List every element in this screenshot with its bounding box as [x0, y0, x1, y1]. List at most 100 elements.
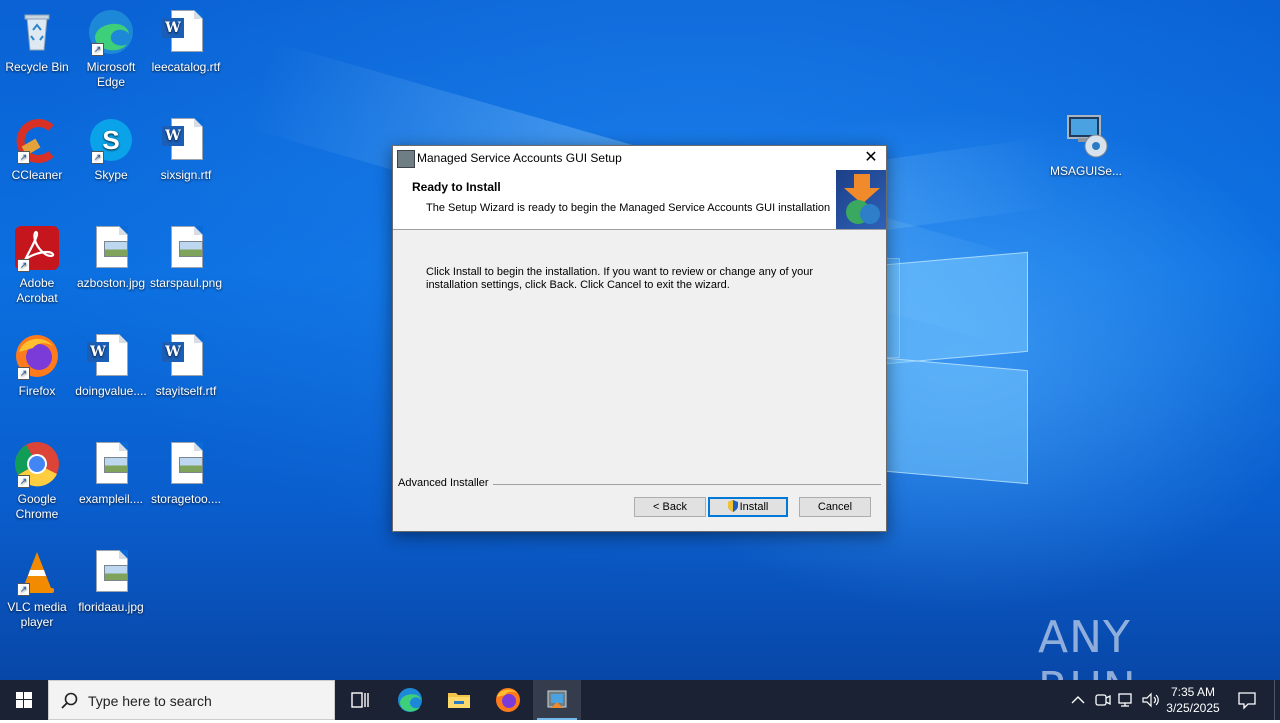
clock-time: 7:35 AM [1170, 685, 1216, 699]
windows-logo-icon [16, 692, 32, 708]
dialog-banner: Ready to Install The Setup Wizard is rea… [393, 170, 886, 230]
setup-dialog: Managed Service Accounts GUI Setup ✕ Rea… [392, 145, 887, 532]
tray-chevron-icon[interactable] [1068, 692, 1088, 708]
desktop-icon-doingvalue[interactable]: W doingvalue.... [74, 332, 148, 399]
desktop-icon-label: azboston.jpg [76, 276, 146, 290]
search-placeholder: Type here to search [88, 693, 212, 709]
installer-cd-icon [1062, 112, 1110, 160]
image-file-icon [87, 440, 135, 488]
desktop-icon-label: VLC media player [7, 600, 67, 629]
cancel-button[interactable]: Cancel [799, 497, 871, 517]
desktop-icon-firefox[interactable]: ↗ Firefox [0, 332, 74, 399]
shortcut-arrow-icon: ↗ [17, 151, 30, 164]
word-document-icon: W [87, 332, 135, 380]
desktop-icon-storagetoo[interactable]: storagetoo.... [149, 440, 223, 507]
wizard-logo-icon [836, 170, 886, 229]
desktop-icon-msaguisetup[interactable]: MSAGUISe... [1049, 112, 1123, 179]
desktop-icon-vlc[interactable]: ↗ VLC media player [0, 548, 74, 630]
desktop-icon-label: storagetoo.... [150, 492, 222, 506]
desktop-icon-label: floridaau.jpg [78, 600, 144, 614]
desktop-icon-label: Google Chrome [15, 492, 59, 521]
desktop-icon-exampleil[interactable]: exampleil.... [74, 440, 148, 507]
desktop-icon-label: Adobe Acrobat [16, 276, 58, 305]
word-document-icon: W [162, 332, 210, 380]
desktop-icon-starspaul[interactable]: starspaul.png [149, 224, 223, 291]
desktop-icon-ccleaner[interactable]: ↗ CCleaner [0, 116, 74, 183]
installer-app-icon [397, 150, 415, 168]
shortcut-arrow-icon: ↗ [17, 367, 30, 380]
desktop-icon-leecatalog[interactable]: W leecatalog.rtf [149, 8, 223, 75]
desktop-icon-label: stayitself.rtf [155, 384, 217, 398]
ccleaner-icon: ↗ [13, 116, 61, 164]
desktop-icon-google-chrome[interactable]: ↗ Google Chrome [0, 440, 74, 522]
desktop-icon-sixsign[interactable]: W sixsign.rtf [149, 116, 223, 183]
shortcut-arrow-icon: ↗ [17, 475, 30, 488]
body-line: installation settings, click Back. Click… [426, 279, 730, 291]
desktop-icon-label: MSAGUISe... [1049, 164, 1123, 178]
installer-icon[interactable] [533, 680, 581, 720]
file-explorer-icon[interactable] [435, 680, 483, 720]
desktop-icon-label: Microsoft Edge [86, 60, 136, 89]
word-document-icon: W [162, 116, 210, 164]
image-file-icon [87, 224, 135, 272]
wallpaper-logo-pane [886, 357, 1028, 485]
image-file-icon [162, 440, 210, 488]
desktop-icon-label: leecatalog.rtf [151, 60, 221, 74]
task-view-icon[interactable] [336, 680, 384, 720]
search-icon [61, 692, 78, 709]
install-button-label: Install [739, 501, 769, 513]
show-desktop-button[interactable] [1274, 680, 1280, 720]
edge-icon: ↗ [87, 8, 135, 56]
brand-label: Advanced Installer [398, 477, 493, 489]
desktop-icon-adobe-acrobat[interactable]: ↗ Adobe Acrobat [0, 224, 74, 306]
shortcut-arrow-icon: ↗ [91, 151, 104, 164]
desktop-icon-label: sixsign.rtf [160, 168, 212, 182]
uac-shield-icon [727, 500, 738, 512]
notification-icon[interactable] [1236, 690, 1258, 710]
recycle-bin-icon [13, 8, 61, 56]
taskbar-search-box[interactable]: Type here to search [48, 680, 335, 720]
dialog-titlebar[interactable]: Managed Service Accounts GUI Setup ✕ [393, 146, 886, 170]
wallpaper-logo-pane [886, 258, 900, 358]
word-document-icon: W [162, 8, 210, 56]
install-button[interactable]: Install [708, 497, 788, 517]
meet-now-icon[interactable] [1093, 691, 1113, 709]
desktop-icon-azboston[interactable]: azboston.jpg [74, 224, 148, 291]
google-chrome-icon: ↗ [13, 440, 61, 488]
firefox-icon[interactable] [484, 680, 532, 720]
network-icon[interactable] [1116, 691, 1136, 709]
dialog-heading: Ready to Install [412, 180, 501, 194]
clock-date: 3/25/2025 [1166, 701, 1220, 715]
desktop-icon-label: Firefox [18, 384, 56, 398]
taskbar-clock[interactable]: 7:35 AM 3/25/2025 [1158, 684, 1228, 716]
desktop-icon-label: doingvalue.... [75, 384, 147, 398]
close-icon[interactable]: ✕ [856, 146, 886, 170]
dialog-subheading: The Setup Wizard is ready to begin the M… [426, 202, 831, 214]
shortcut-arrow-icon: ↗ [17, 583, 30, 596]
desktop-icon-label: Skype [94, 168, 128, 182]
firefox-icon: ↗ [13, 332, 61, 380]
desktop-icon-microsoft-edge[interactable]: ↗ Microsoft Edge [74, 8, 148, 90]
shortcut-arrow-icon: ↗ [91, 43, 104, 56]
adobe-acrobat-icon: ↗ [13, 224, 61, 272]
wallpaper-logo-pane [886, 251, 1028, 365]
image-file-icon [162, 224, 210, 272]
back-button[interactable]: < Back [634, 497, 706, 517]
desktop-icon-skype[interactable]: S ↗ Skype [74, 116, 148, 183]
desktop-icon-label: exampleil.... [78, 492, 144, 506]
taskbar: Type here to search 7:35 AM 3/25/2025 [0, 680, 1280, 720]
start-button[interactable] [0, 680, 48, 720]
body-line: Click Install to begin the installation.… [426, 266, 814, 278]
edge-icon[interactable] [386, 680, 434, 720]
desktop-icon-stayitself[interactable]: W stayitself.rtf [149, 332, 223, 399]
dialog-title: Managed Service Accounts GUI Setup [417, 151, 622, 165]
vlc-icon: ↗ [13, 548, 61, 596]
desktop-icon-label: Recycle Bin [5, 60, 69, 74]
desktop-icon-recycle-bin[interactable]: Recycle Bin [0, 8, 74, 75]
dialog-body-text: Click Install to begin the installation.… [426, 266, 846, 292]
shortcut-arrow-icon: ↗ [17, 259, 30, 272]
anyrun-watermark: ANY RUN [1038, 612, 1136, 680]
desktop-icon-floridaau[interactable]: floridaau.jpg [74, 548, 148, 615]
skype-icon: S ↗ [87, 116, 135, 164]
svg-text:S: S [102, 125, 119, 155]
